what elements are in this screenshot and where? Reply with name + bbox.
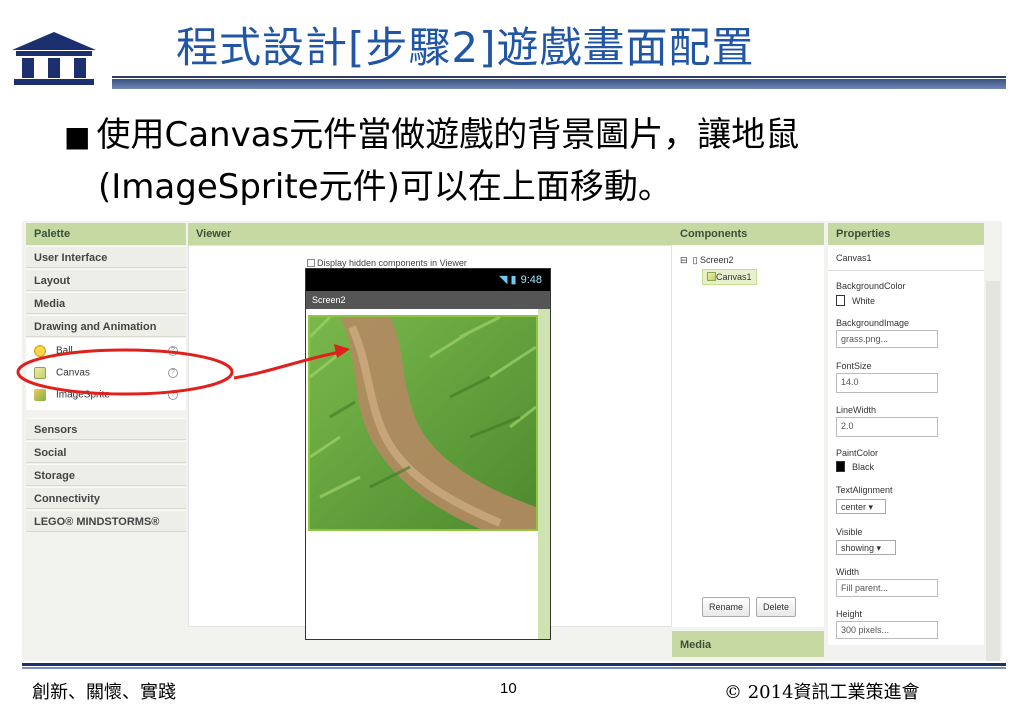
tree-item-label: Screen2 (700, 255, 734, 265)
palette-item-label: ImageSprite (56, 389, 110, 401)
status-time: 9:48 (520, 274, 542, 286)
palette-item-label: Ball (56, 345, 73, 357)
palette-category-media[interactable]: Media (26, 292, 186, 314)
grass-path-image (310, 317, 536, 529)
phone-status-bar: ◥ ▮ 9:48 (306, 269, 550, 291)
properties-body: Canvas1 BackgroundColor White Background… (828, 245, 984, 645)
line-width-label: LineWidth (836, 405, 877, 415)
line-width-field[interactable]: 2.0 (836, 417, 938, 437)
help-icon[interactable]: ? (168, 346, 178, 356)
palette-category-social[interactable]: Social (26, 441, 186, 463)
visible-value: showing (841, 543, 875, 553)
slide-title: 程式設計[步驟2]遊戲畫面配置 (176, 23, 755, 72)
display-hidden-label: Display hidden components in Viewer (317, 258, 467, 268)
delete-button[interactable]: Delete (756, 597, 797, 617)
footer-divider-light (22, 667, 1006, 669)
components-tree: ⊟ ▯ Screen2 Canvas1 (672, 245, 824, 627)
palette-item-list: Ball ? Canvas ? ImageSprite ? (26, 338, 186, 410)
bullet-marker: ■ (64, 120, 91, 153)
bullet-line-1: 使用Canvas元件當做遊戲的背景圖片，讓地鼠 (96, 115, 800, 155)
dropdown-arrow-icon: ▾ (876, 543, 882, 553)
footer-divider (22, 663, 1006, 666)
background-image-label: BackgroundImage (836, 318, 910, 328)
visible-select[interactable]: showing ▾ (836, 540, 896, 555)
signal-battery-icon: ◥ ▮ (499, 274, 517, 286)
media-header[interactable]: Media (672, 631, 824, 657)
app-inventor-screenshot: Palette User Interface Layout Media Draw… (22, 221, 1002, 661)
text-alignment-value: center (841, 502, 867, 512)
palette-item-ball[interactable]: Ball ? (26, 341, 186, 363)
components-panel: Components ⊟ ▯ Screen2 Canvas1 Rename De… (672, 223, 824, 627)
paint-color-label: PaintColor (836, 448, 879, 458)
selected-component-name: Canvas1 (828, 245, 984, 271)
viewer-body: Display hidden components in Viewer ◥ ▮ 9… (188, 245, 672, 640)
viewer-panel: Viewer Display hidden components in View… (188, 223, 672, 640)
background-color-value[interactable]: White (852, 296, 875, 306)
help-icon[interactable]: ? (168, 368, 178, 378)
white-swatch-icon[interactable] (836, 295, 845, 306)
palette-header: Palette (26, 223, 186, 245)
tree-item-label: Canvas1 (716, 272, 752, 282)
text-alignment-label: TextAlignment (836, 485, 893, 495)
display-hidden-checkbox[interactable]: Display hidden components in Viewer (307, 258, 467, 268)
palette-category-user-interface[interactable]: User Interface (26, 246, 186, 268)
palette-item-imagesprite[interactable]: ImageSprite ? (26, 385, 186, 407)
checkbox-icon[interactable] (307, 259, 315, 267)
phone-preview: ◥ ▮ 9:48 Screen2 (305, 268, 551, 640)
help-icon[interactable]: ? (168, 390, 178, 400)
page-number: 10 (500, 680, 517, 697)
dropdown-arrow-icon: ▾ (868, 502, 874, 512)
font-size-label: FontSize (836, 361, 872, 371)
bullet-text: ■ 使用Canvas元件當做遊戲的背景圖片，讓地鼠 (ImageSprite元件)… (64, 110, 1014, 212)
width-label: Width (836, 567, 860, 577)
phone-scrollbar[interactable] (538, 309, 550, 639)
properties-header: Properties (828, 223, 984, 245)
background-color-label: BackgroundColor (836, 281, 906, 291)
canvas-icon (34, 367, 46, 379)
palette-panel: Palette User Interface Layout Media Draw… (26, 223, 186, 532)
canvas1-preview[interactable] (308, 315, 538, 531)
ball-icon (34, 345, 46, 357)
collapse-icon[interactable]: ⊟ (680, 255, 688, 265)
footer-motto: 創新、關懷、實踐 (32, 682, 176, 703)
visible-label: Visible (836, 527, 863, 537)
screen-icon: ▯ (692, 255, 698, 265)
black-swatch-icon[interactable] (836, 461, 845, 472)
title-divider-bar (112, 79, 1006, 89)
viewer-header: Viewer (188, 223, 672, 245)
font-size-field[interactable]: 14.0 (836, 373, 938, 393)
properties-panel: Properties Canvas1 BackgroundColor White… (828, 223, 984, 645)
palette-item-canvas[interactable]: Canvas ? (26, 363, 186, 385)
canvas-icon (707, 272, 716, 281)
width-field[interactable]: Fill parent... (836, 579, 938, 597)
properties-scrollbar[interactable] (986, 281, 1000, 661)
palette-category-storage[interactable]: Storage (26, 464, 186, 486)
palette-item-label: Canvas (56, 367, 90, 379)
paint-color-value[interactable]: Black (852, 462, 874, 472)
palette-category-drawing-animation[interactable]: Drawing and Animation (26, 315, 186, 337)
palette-category-lego-mindstorms[interactable]: LEGO® MINDSTORMS® (26, 510, 186, 532)
background-image-field[interactable]: grass.png... (836, 330, 938, 348)
palette-category-sensors[interactable]: Sensors (26, 418, 186, 440)
palette-category-layout[interactable]: Layout (26, 269, 186, 291)
components-header: Components (672, 223, 824, 245)
imagesprite-icon (34, 389, 46, 401)
title-divider (112, 76, 1006, 78)
bullet-line-2: (ImageSprite元件)可以在上面移動。 (98, 167, 672, 207)
height-label: Height (836, 609, 863, 619)
palette-category-connectivity[interactable]: Connectivity (26, 487, 186, 509)
institute-logo-icon (12, 32, 96, 85)
rename-button[interactable]: Rename (702, 597, 751, 617)
footer-copyright: © 2014資訊工業策進會 (724, 682, 920, 703)
text-alignment-select[interactable]: center ▾ (836, 499, 886, 514)
height-field[interactable]: 300 pixels... (836, 621, 938, 639)
screen-title-bar: Screen2 (306, 291, 550, 309)
tree-item-screen2[interactable]: ⊟ ▯ Screen2 (680, 255, 734, 266)
tree-item-canvas1[interactable]: Canvas1 (702, 269, 757, 285)
